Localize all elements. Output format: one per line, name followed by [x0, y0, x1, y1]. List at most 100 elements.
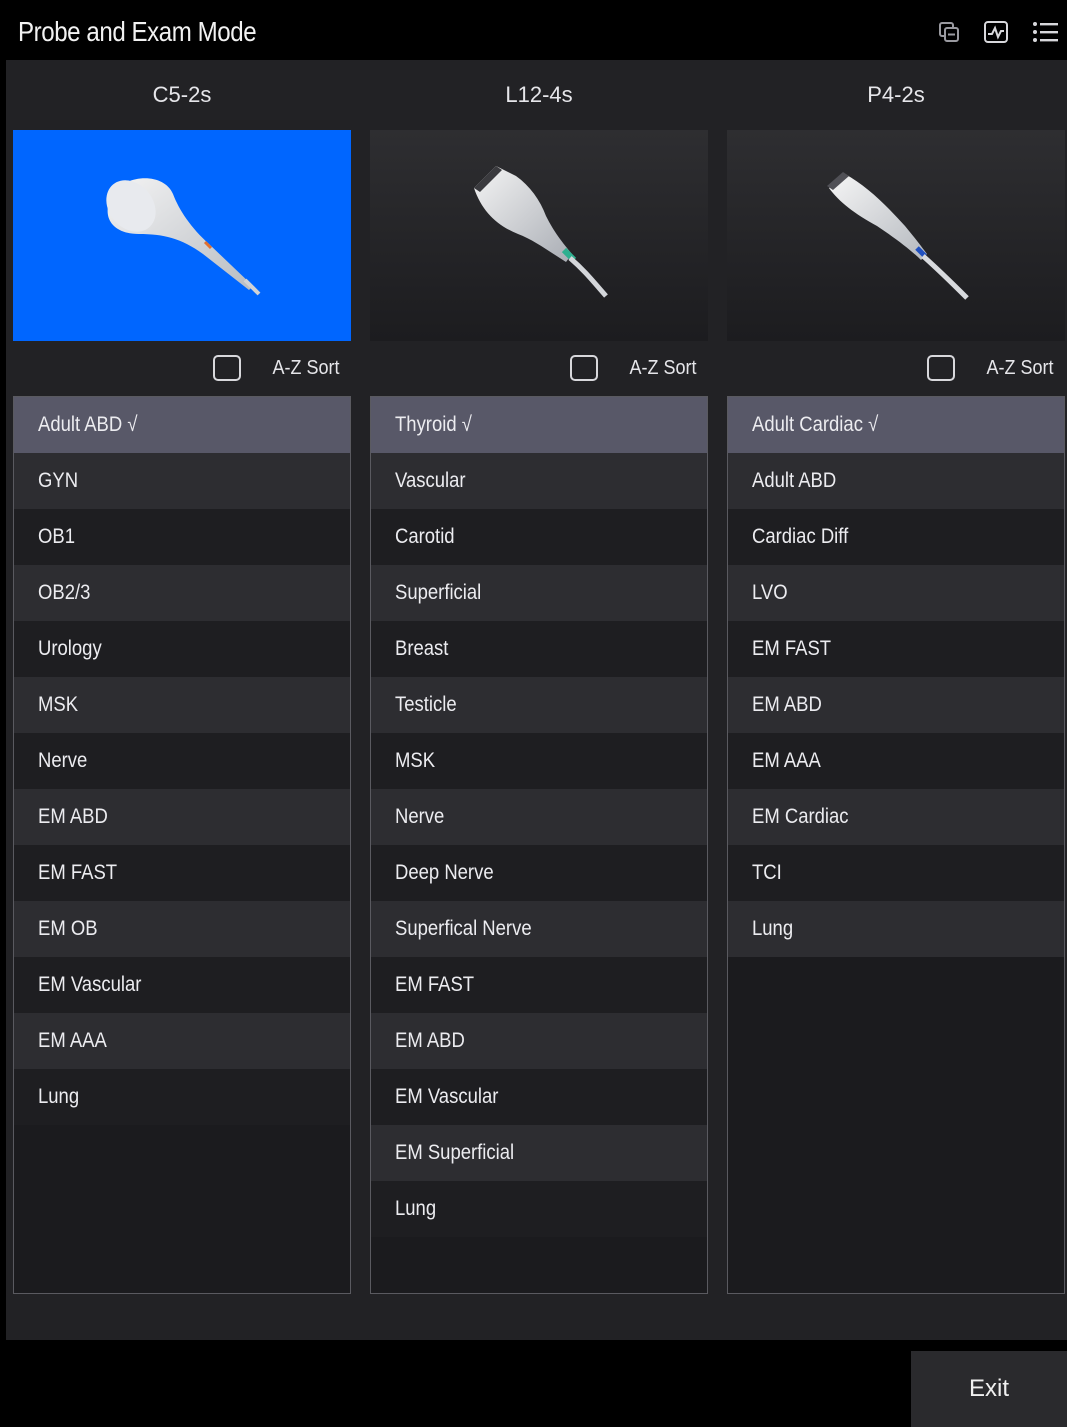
exam-item[interactable]: Lung [371, 1181, 707, 1237]
exam-item[interactable]: Vascular [371, 453, 707, 509]
az-sort-label: A-Z Sort [271, 356, 339, 379]
exam-item-label: EM ABD [395, 1029, 465, 1052]
exam-item[interactable]: EM AAA [728, 733, 1064, 789]
exam-item-label: EM FAST [38, 861, 118, 884]
exam-item[interactable]: Carotid [371, 509, 707, 565]
exam-item[interactable]: Nerve [14, 733, 350, 789]
exam-item[interactable]: EM Cardiac [728, 789, 1064, 845]
window-switch-icon[interactable] [937, 20, 961, 44]
exam-list-l12-4s[interactable]: Thyroid √ Vascular Carotid Superficial Breas… [370, 396, 708, 1294]
exam-item[interactable]: Adult ABD √ [14, 397, 350, 453]
exam-item-label: OB1 [38, 525, 75, 548]
exam-item[interactable]: Testicle [371, 677, 707, 733]
exam-item-label: EM FAST [752, 637, 832, 660]
exam-item[interactable]: OB2/3 [14, 565, 350, 621]
exam-item[interactable]: Adult Cardiac √ [728, 397, 1064, 453]
exam-item[interactable]: Urology [14, 621, 350, 677]
az-sort-label: A-Z Sort [628, 356, 696, 379]
probe-card-c5-2s[interactable] [13, 130, 351, 341]
exam-item[interactable]: EM Vascular [14, 957, 350, 1013]
probe-name: P4-2s [867, 82, 925, 107]
exam-item-label: Deep Nerve [395, 861, 494, 884]
az-sort-label: A-Z Sort [985, 356, 1053, 379]
exam-list-p4-2s[interactable]: Adult Cardiac √ Adult ABD Cardiac Diff LVO E… [727, 396, 1065, 1294]
exam-item[interactable]: EM FAST [14, 845, 350, 901]
exam-item-label: EM Vascular [395, 1085, 499, 1108]
exam-item-label: Adult Cardiac √ [752, 413, 879, 436]
exam-item-label: Cardiac Diff [752, 525, 849, 548]
exam-item-label: Testicle [395, 693, 457, 716]
exam-item[interactable]: Nerve [371, 789, 707, 845]
exam-item[interactable]: OB1 [14, 509, 350, 565]
exam-item-label: OB2/3 [38, 581, 91, 604]
exam-list-c5-2s[interactable]: Adult ABD √ GYN OB1 OB2/3 Urology MSK Nerve EM … [13, 396, 351, 1294]
az-sort-checkbox[interactable] [212, 355, 241, 381]
exam-item-label: EM ABD [38, 805, 108, 828]
probe-name: C5-2s [152, 82, 212, 107]
exam-item-label: Superfical Nerve [395, 917, 532, 940]
exam-item[interactable]: Cardiac Diff [728, 509, 1064, 565]
exam-item[interactable]: EM OB [14, 901, 350, 957]
exam-item-label: MSK [38, 693, 79, 716]
exam-item-label: MSK [395, 749, 436, 772]
az-sort-checkbox[interactable] [569, 355, 598, 381]
exam-item[interactable]: Breast [371, 621, 707, 677]
exam-item[interactable]: EM FAST [728, 621, 1064, 677]
exam-item[interactable]: Lung [14, 1069, 350, 1125]
exam-item[interactable]: MSK [371, 733, 707, 789]
exam-item[interactable]: EM FAST [371, 957, 707, 1013]
exam-item-label: Breast [395, 637, 449, 660]
exam-item-label: EM OB [38, 917, 98, 940]
probe-card-p4-2s[interactable] [727, 130, 1065, 341]
exam-item-label: Lung [38, 1085, 80, 1108]
exit-button[interactable]: Exit [911, 1351, 1067, 1427]
exam-item[interactable]: Lung [728, 901, 1064, 957]
exam-item[interactable]: EM ABD [14, 789, 350, 845]
exam-item[interactable]: TCI [728, 845, 1064, 901]
az-sort-toggle[interactable]: A-Z Sort [13, 350, 351, 386]
exam-item-label: EM FAST [395, 973, 475, 996]
exam-item-label: EM AAA [752, 749, 821, 772]
exam-item-label: Lung [752, 917, 794, 940]
title-bar: Probe and Exam Mode [6, 4, 1067, 60]
phased-array-probe-icon [827, 172, 969, 300]
exam-item[interactable]: Superficial [371, 565, 707, 621]
exam-item-label: Nerve [38, 749, 88, 772]
az-sort-checkbox[interactable] [926, 355, 955, 381]
exam-item-label: TCI [752, 861, 782, 884]
exam-item[interactable]: MSK [14, 677, 350, 733]
exam-item-label: EM Cardiac [752, 805, 849, 828]
exam-item[interactable]: EM Superficial [371, 1125, 707, 1181]
exam-item[interactable]: Superfical Nerve [371, 901, 707, 957]
convex-probe-icon [106, 178, 261, 296]
az-sort-toggle[interactable]: A-Z Sort [727, 350, 1065, 386]
exam-item-label: EM Vascular [38, 973, 142, 996]
exam-item-label: Nerve [395, 805, 445, 828]
exam-item-label: Thyroid √ [395, 413, 472, 436]
exam-item[interactable]: EM AAA [14, 1013, 350, 1069]
az-sort-toggle[interactable]: A-Z Sort [370, 350, 708, 386]
exam-item[interactable]: EM ABD [371, 1013, 707, 1069]
waveform-image-icon[interactable] [983, 19, 1009, 45]
page-title: Probe and Exam Mode [18, 16, 257, 47]
menu-list-icon[interactable] [1031, 18, 1059, 46]
exam-item[interactable]: Thyroid √ [371, 397, 707, 453]
exam-item-label: EM ABD [752, 693, 822, 716]
probe-column-c5-2s: C5-2s A-Z Sort Adult ABD √ GYN OB1 OB2/3 Uro… [13, 60, 351, 1294]
exam-item[interactable]: Adult ABD [728, 453, 1064, 509]
probe-exam-panel: C5-2s A-Z Sort Adult ABD √ GYN OB1 OB2/3 Uro… [6, 60, 1067, 1340]
exam-item-label: GYN [38, 469, 79, 492]
exam-item-label: Superficial [395, 581, 482, 604]
exam-item[interactable]: GYN [14, 453, 350, 509]
exam-item[interactable]: Deep Nerve [371, 845, 707, 901]
footer-bar [0, 1340, 1067, 1427]
exam-item[interactable]: EM ABD [728, 677, 1064, 733]
exam-item[interactable]: EM Vascular [371, 1069, 707, 1125]
exam-item[interactable]: LVO [728, 565, 1064, 621]
exam-item-label: Adult ABD √ [38, 413, 138, 436]
exam-item-label: Urology [38, 637, 102, 660]
exam-item-label: Adult ABD [752, 469, 837, 492]
exam-item-label: LVO [752, 581, 788, 604]
probe-name: L12-4s [505, 82, 573, 107]
probe-card-l12-4s[interactable] [370, 130, 708, 341]
